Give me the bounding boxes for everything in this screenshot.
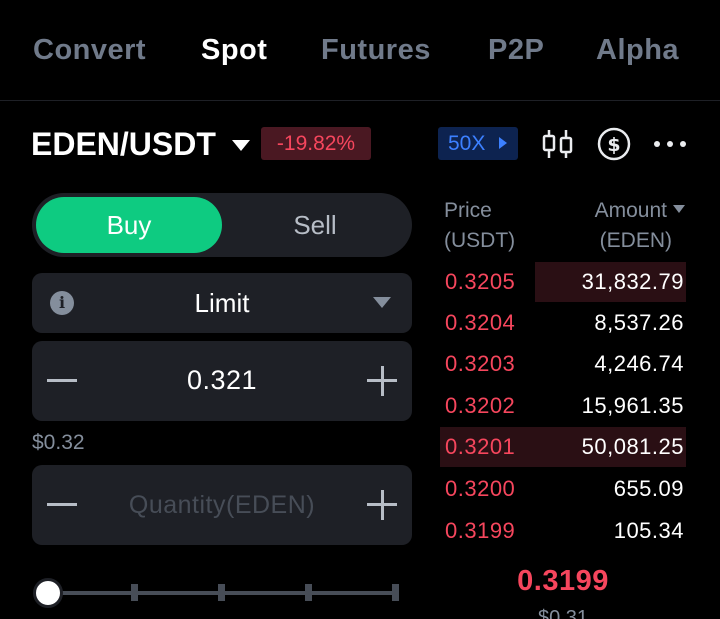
leverage-badge[interactable]: 50X <box>438 127 518 160</box>
slider-tick-75[interactable] <box>305 584 312 601</box>
quantity-input[interactable]: Quantity(EDEN) <box>32 491 412 520</box>
buy-sell-toggle: Buy Sell <box>32 193 412 257</box>
orderbook-row[interactable]: 0.3201 50,081.25 <box>440 427 686 467</box>
amount-header-unit: (EDEN) <box>599 229 672 252</box>
orderbook-row[interactable]: 0.3199 105.34 <box>440 511 686 551</box>
price-header-label: Price <box>444 199 492 222</box>
ask-price: 0.3205 <box>445 269 516 294</box>
orderbook-row[interactable]: 0.3202 15,961.35 <box>440 386 686 426</box>
ask-amount: 655.09 <box>613 476 684 501</box>
sell-button[interactable]: Sell <box>222 197 408 253</box>
play-arrow-icon <box>499 137 507 149</box>
trading-pair[interactable]: EDEN/USDT <box>31 126 216 163</box>
pair-dropdown-icon[interactable] <box>232 140 250 151</box>
market-tabs: Convert Spot Futures P2P Alpha <box>0 0 720 101</box>
price-header-unit: (USDT) <box>444 229 516 252</box>
amount-dropdown-icon[interactable] <box>673 205 685 213</box>
ask-price: 0.3204 <box>445 310 516 335</box>
quantity-stepper: Quantity(EDEN) <box>32 465 412 545</box>
last-price-usd: $0.31 <box>537 607 589 619</box>
ask-price: 0.3202 <box>445 393 516 418</box>
leverage-label: 50X <box>448 132 486 155</box>
tab-convert[interactable]: Convert <box>33 34 146 67</box>
slider-handle[interactable] <box>33 578 63 608</box>
plus-icon-vertical[interactable] <box>381 366 384 396</box>
tab-p2p[interactable]: P2P <box>488 34 544 67</box>
tab-spot[interactable]: Spot <box>201 34 267 67</box>
slider-tick-50[interactable] <box>218 584 225 601</box>
chevron-down-icon <box>373 297 391 308</box>
plus-icon-vertical[interactable] <box>381 490 384 520</box>
order-type-label: Limit <box>194 288 250 318</box>
dollar-circle-icon[interactable]: $ <box>594 124 634 164</box>
slider-tick-100[interactable] <box>392 584 399 601</box>
tab-alpha[interactable]: Alpha <box>596 34 679 67</box>
price-input[interactable]: 0.321 <box>32 365 412 396</box>
orderbook-row[interactable]: 0.3205 31,832.79 <box>440 262 686 302</box>
orderbook-row[interactable]: 0.3200 655.09 <box>440 469 686 509</box>
price-stepper: 0.321 <box>32 341 412 421</box>
ask-amount: 31,832.79 <box>581 269 684 294</box>
orderbook-row[interactable]: 0.3203 4,246.74 <box>440 344 686 384</box>
svg-text:$: $ <box>607 134 620 156</box>
ask-price: 0.3201 <box>445 434 516 459</box>
last-price: 0.3199 <box>517 565 609 597</box>
ask-amount: 4,246.74 <box>594 351 684 376</box>
order-type-select[interactable]: i Limit <box>32 273 412 333</box>
price-change-badge: -19.82% <box>261 127 371 160</box>
orderbook-row[interactable]: 0.3204 8,537.26 <box>440 303 686 343</box>
buy-button[interactable]: Buy <box>36 197 222 253</box>
orderbook-price-header: Price (USDT) <box>444 196 515 256</box>
ask-amount: 105.34 <box>613 518 684 543</box>
ask-price: 0.3199 <box>445 518 516 543</box>
ask-price: 0.3203 <box>445 351 516 376</box>
slider-tick-25[interactable] <box>131 584 138 601</box>
ask-price: 0.3200 <box>445 476 516 501</box>
more-icon[interactable] <box>650 124 690 164</box>
ask-amount: 50,081.25 <box>581 434 684 459</box>
ask-amount: 8,537.26 <box>594 310 684 335</box>
tab-futures[interactable]: Futures <box>321 34 431 67</box>
candlestick-chart-icon[interactable] <box>538 124 578 164</box>
ask-amount: 15,961.35 <box>581 393 684 418</box>
usd-estimate: $0.32 <box>32 431 85 454</box>
